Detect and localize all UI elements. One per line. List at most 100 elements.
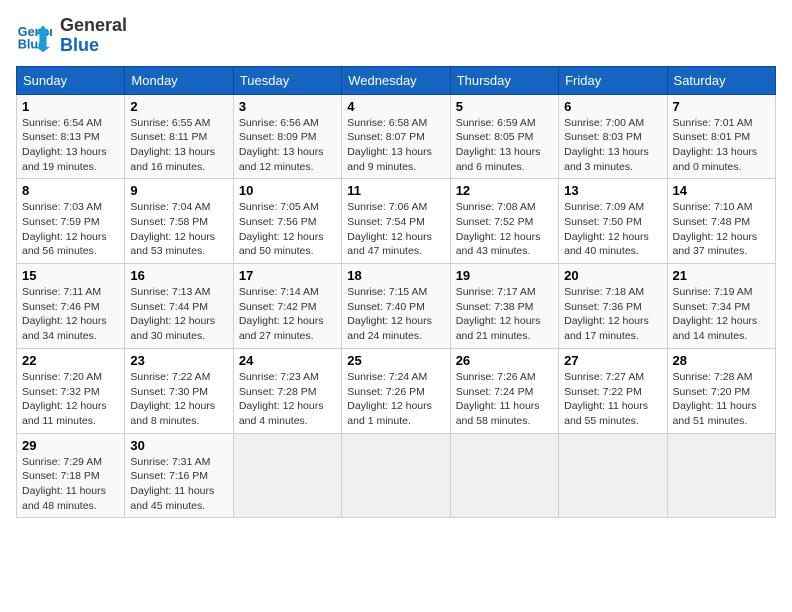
calendar-cell: 13Sunrise: 7:09 AMSunset: 7:50 PMDayligh… — [559, 179, 667, 264]
calendar-cell: 12 Sunrise: 7:08 AMSunset: 7:52 PMDayligh… — [450, 179, 558, 264]
day-info: Sunrise: 7:00 AMSunset: 8:03 PMDaylight:… — [564, 116, 661, 175]
day-info: Sunrise: 6:54 AMSunset: 8:13 PMDaylight:… — [22, 116, 119, 175]
day-number: 23 — [130, 353, 227, 368]
calendar-week-row: 29Sunrise: 7:29 AMSunset: 7:18 PMDayligh… — [17, 433, 776, 518]
calendar-cell: 19 Sunrise: 7:17 AMSunset: 7:38 PMDayligh… — [450, 264, 558, 349]
day-info: Sunrise: 7:23 AMSunset: 7:28 PMDaylight:… — [239, 370, 336, 429]
day-number: 21 — [673, 268, 770, 283]
weekday-header-thursday: Thursday — [450, 66, 558, 94]
calendar-cell: 5Sunrise: 6:59 AMSunset: 8:05 PMDaylight… — [450, 94, 558, 179]
calendar-cell — [342, 433, 450, 518]
day-number: 19 — [456, 268, 553, 283]
day-info: Sunrise: 7:11 AMSunset: 7:46 PMDaylight:… — [22, 285, 119, 344]
calendar-cell — [667, 433, 775, 518]
calendar-cell: 29Sunrise: 7:29 AMSunset: 7:18 PMDayligh… — [17, 433, 125, 518]
day-number: 1 — [22, 99, 119, 114]
calendar-cell — [559, 433, 667, 518]
day-info: Sunrise: 7:06 AMSunset: 7:54 PMDaylight:… — [347, 200, 444, 259]
day-number: 7 — [673, 99, 770, 114]
day-info: Sunrise: 7:05 AMSunset: 7:56 PMDaylight:… — [239, 200, 336, 259]
calendar-cell: 3 Sunrise: 6:56 AMSunset: 8:09 PMDaylight… — [233, 94, 341, 179]
calendar-week-row: 15 Sunrise: 7:11 AMSunset: 7:46 PMDayligh… — [17, 264, 776, 349]
day-info: Sunrise: 7:19 AMSunset: 7:34 PMDaylight:… — [673, 285, 770, 344]
day-info: Sunrise: 7:04 AMSunset: 7:58 PMDaylight:… — [130, 200, 227, 259]
weekday-header-tuesday: Tuesday — [233, 66, 341, 94]
day-number: 9 — [130, 183, 227, 198]
day-info: Sunrise: 7:26 AMSunset: 7:24 PMDaylight:… — [456, 370, 553, 429]
day-number: 8 — [22, 183, 119, 198]
day-number: 2 — [130, 99, 227, 114]
day-info: Sunrise: 6:56 AMSunset: 8:09 PMDaylight:… — [239, 116, 336, 175]
calendar-cell: 27 Sunrise: 7:27 AMSunset: 7:22 PMDayligh… — [559, 348, 667, 433]
day-info: Sunrise: 7:08 AMSunset: 7:52 PMDaylight:… — [456, 200, 553, 259]
calendar-table: SundayMondayTuesdayWednesdayThursdayFrid… — [16, 66, 776, 519]
day-info: Sunrise: 7:31 AMSunset: 7:16 PMDaylight:… — [130, 455, 227, 514]
day-info: Sunrise: 7:24 AMSunset: 7:26 PMDaylight:… — [347, 370, 444, 429]
calendar-cell: 22 Sunrise: 7:20 AMSunset: 7:32 PMDayligh… — [17, 348, 125, 433]
calendar-cell: 28 Sunrise: 7:28 AMSunset: 7:20 PMDayligh… — [667, 348, 775, 433]
calendar-cell: 21 Sunrise: 7:19 AMSunset: 7:34 PMDayligh… — [667, 264, 775, 349]
day-number: 17 — [239, 268, 336, 283]
calendar-cell: 9 Sunrise: 7:04 AMSunset: 7:58 PMDaylight… — [125, 179, 233, 264]
weekday-header-friday: Friday — [559, 66, 667, 94]
weekday-header-sunday: Sunday — [17, 66, 125, 94]
day-info: Sunrise: 7:17 AMSunset: 7:38 PMDaylight:… — [456, 285, 553, 344]
weekday-header-monday: Monday — [125, 66, 233, 94]
day-number: 18 — [347, 268, 444, 283]
day-number: 10 — [239, 183, 336, 198]
calendar-cell: 1 Sunrise: 6:54 AMSunset: 8:13 PMDaylight… — [17, 94, 125, 179]
calendar-cell: 30Sunrise: 7:31 AMSunset: 7:16 PMDayligh… — [125, 433, 233, 518]
calendar-cell: 25 Sunrise: 7:24 AMSunset: 7:26 PMDayligh… — [342, 348, 450, 433]
day-info: Sunrise: 6:59 AMSunset: 8:05 PMDaylight:… — [456, 116, 553, 175]
weekday-header-row: SundayMondayTuesdayWednesdayThursdayFrid… — [17, 66, 776, 94]
day-number: 4 — [347, 99, 444, 114]
calendar-cell: 15 Sunrise: 7:11 AMSunset: 7:46 PMDayligh… — [17, 264, 125, 349]
day-info: Sunrise: 7:22 AMSunset: 7:30 PMDaylight:… — [130, 370, 227, 429]
day-number: 16 — [130, 268, 227, 283]
day-info: Sunrise: 7:27 AMSunset: 7:22 PMDaylight:… — [564, 370, 661, 429]
day-number: 20 — [564, 268, 661, 283]
day-number: 11 — [347, 183, 444, 198]
calendar-cell: 4Sunrise: 6:58 AMSunset: 8:07 PMDaylight… — [342, 94, 450, 179]
calendar-cell: 2Sunrise: 6:55 AMSunset: 8:11 PMDaylight… — [125, 94, 233, 179]
calendar-cell: 24 Sunrise: 7:23 AMSunset: 7:28 PMDayligh… — [233, 348, 341, 433]
calendar-cell: 11 Sunrise: 7:06 AMSunset: 7:54 PMDayligh… — [342, 179, 450, 264]
day-info: Sunrise: 7:14 AMSunset: 7:42 PMDaylight:… — [239, 285, 336, 344]
day-info: Sunrise: 7:29 AMSunset: 7:18 PMDaylight:… — [22, 455, 119, 514]
logo: General Blue General Blue — [16, 16, 127, 56]
day-info: Sunrise: 7:03 AMSunset: 7:59 PMDaylight:… — [22, 200, 119, 259]
calendar-cell: 26Sunrise: 7:26 AMSunset: 7:24 PMDayligh… — [450, 348, 558, 433]
calendar-cell: 20 Sunrise: 7:18 AMSunset: 7:36 PMDayligh… — [559, 264, 667, 349]
logo-icon: General Blue — [16, 18, 52, 54]
day-number: 3 — [239, 99, 336, 114]
calendar-week-row: 22 Sunrise: 7:20 AMSunset: 7:32 PMDayligh… — [17, 348, 776, 433]
day-number: 24 — [239, 353, 336, 368]
calendar-cell: 6 Sunrise: 7:00 AMSunset: 8:03 PMDaylight… — [559, 94, 667, 179]
calendar-cell: 14Sunrise: 7:10 AMSunset: 7:48 PMDayligh… — [667, 179, 775, 264]
calendar-cell — [233, 433, 341, 518]
day-info: Sunrise: 7:13 AMSunset: 7:44 PMDaylight:… — [130, 285, 227, 344]
day-number: 6 — [564, 99, 661, 114]
page-header: General Blue General Blue — [16, 16, 776, 56]
logo-line1: General — [60, 16, 127, 36]
calendar-cell: 23 Sunrise: 7:22 AMSunset: 7:30 PMDayligh… — [125, 348, 233, 433]
logo-line2: Blue — [60, 36, 127, 56]
day-number: 28 — [673, 353, 770, 368]
day-number: 12 — [456, 183, 553, 198]
day-info: Sunrise: 7:28 AMSunset: 7:20 PMDaylight:… — [673, 370, 770, 429]
day-number: 22 — [22, 353, 119, 368]
day-info: Sunrise: 7:15 AMSunset: 7:40 PMDaylight:… — [347, 285, 444, 344]
calendar-cell: 17 Sunrise: 7:14 AMSunset: 7:42 PMDayligh… — [233, 264, 341, 349]
weekday-header-saturday: Saturday — [667, 66, 775, 94]
day-number: 15 — [22, 268, 119, 283]
day-info: Sunrise: 7:09 AMSunset: 7:50 PMDaylight:… — [564, 200, 661, 259]
day-number: 27 — [564, 353, 661, 368]
day-info: Sunrise: 7:18 AMSunset: 7:36 PMDaylight:… — [564, 285, 661, 344]
day-number: 25 — [347, 353, 444, 368]
calendar-cell: 8 Sunrise: 7:03 AMSunset: 7:59 PMDaylight… — [17, 179, 125, 264]
calendar-week-row: 8 Sunrise: 7:03 AMSunset: 7:59 PMDaylight… — [17, 179, 776, 264]
calendar-cell: 16 Sunrise: 7:13 AMSunset: 7:44 PMDayligh… — [125, 264, 233, 349]
calendar-cell — [450, 433, 558, 518]
day-number: 14 — [673, 183, 770, 198]
day-info: Sunrise: 7:20 AMSunset: 7:32 PMDaylight:… — [22, 370, 119, 429]
